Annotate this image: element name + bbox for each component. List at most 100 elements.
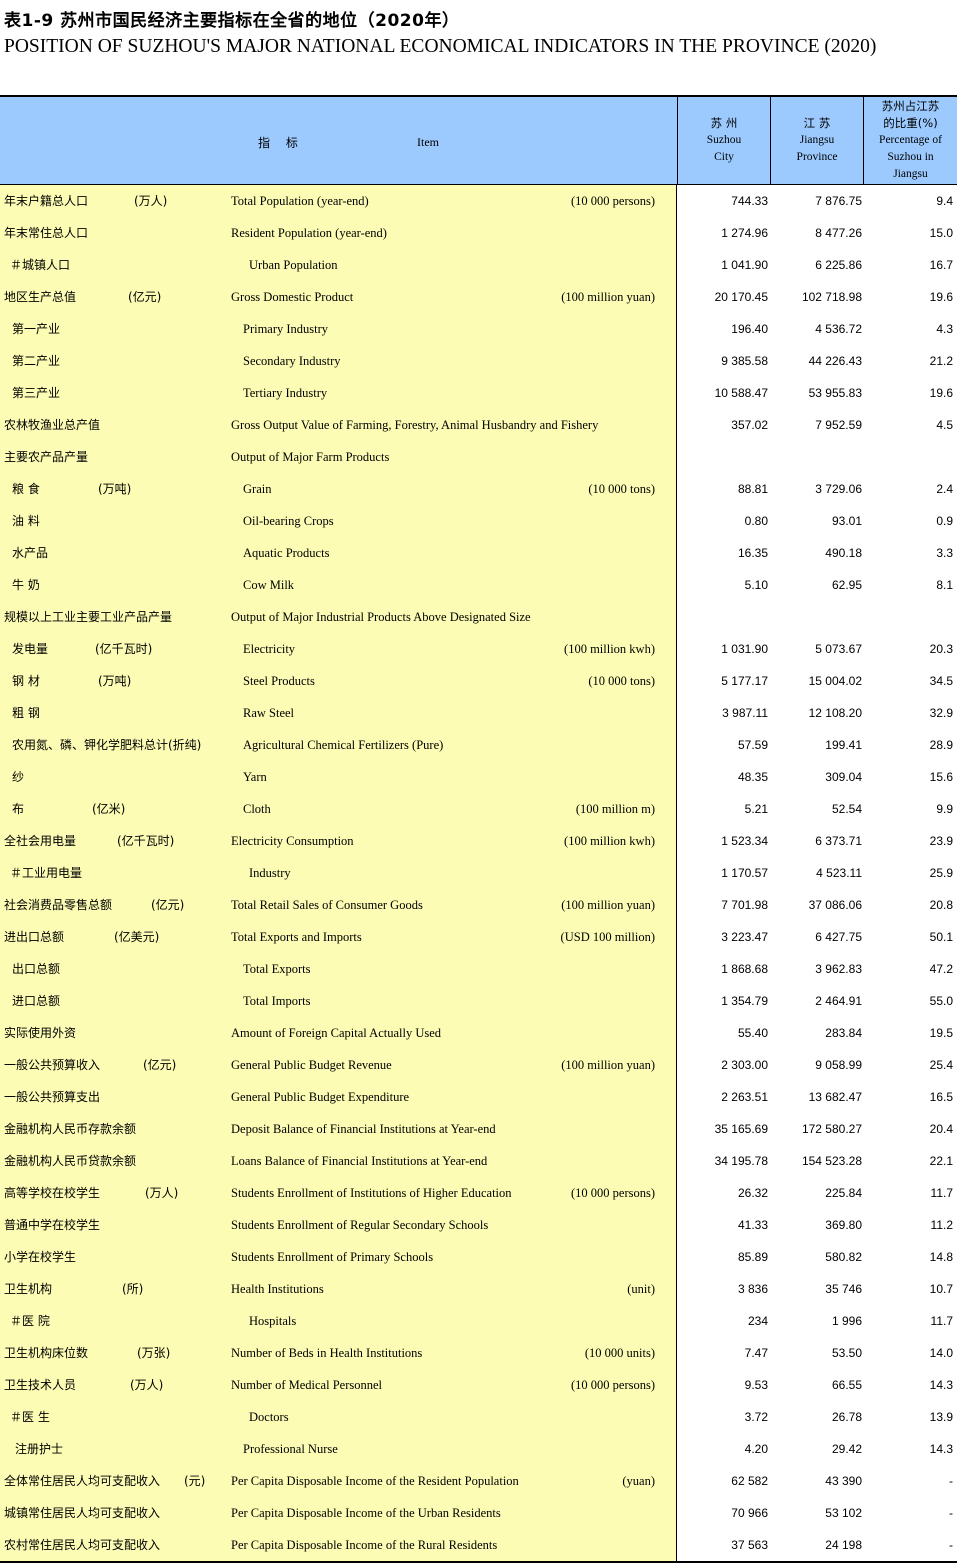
share-value: 32.9 [929,706,953,720]
table-row: 一般公共预算支出 General Public Budget Expenditur… [0,1081,957,1113]
indicator-cn: 农用氮、磷、钾化学肥料总计(折纯) [12,738,202,752]
jiangsu-value: 3 962.83 [815,962,862,976]
table-row: 年末常住总人口 Resident Population (year-end) 1 2… [0,217,957,249]
indicator-en: Loans Balance of Financial Institutions … [231,1154,488,1168]
indicator-unit-cn: (万人) [130,1378,164,1392]
jiangsu-value: 7 952.59 [815,418,862,432]
row-label-cell: 城镇常住居民人均可支配收入 Per Capita Disposable Incom… [0,1497,677,1529]
header-suzhou-cn: 苏 州 [710,116,738,130]
share-value: 23.9 [929,834,953,848]
jiangsu-value: 26.78 [831,1410,862,1424]
share-value: 4.5 [936,418,953,432]
indicator-en: Industry [249,866,291,880]
indicator-en: Deposit Balance of Financial Institution… [231,1122,496,1136]
share-value: 2.4 [936,482,953,496]
suzhou-value: 41.33 [737,1218,768,1232]
indicator-en: Output of Major Farm Products [231,450,390,464]
indicator-en: Cow Milk [243,578,295,592]
jiangsu-value: 53.50 [831,1346,862,1360]
suzhou-value: 1 031.90 [721,642,768,656]
row-label-cell: 全社会用电量 (亿千瓦时) Electricity Consumption (100 … [0,825,677,857]
suzhou-value: 3 223.47 [721,930,768,944]
share-value: 19.6 [929,290,953,304]
indicator-cn: 钢 材 [12,674,40,688]
row-label-cell: 农用氮、磷、钾化学肥料总计(折纯) Agricultural Chemical F… [0,729,677,761]
share-value: 14.3 [929,1442,953,1456]
table-row: 地区生产总值 (亿元) Gross Domestic Product (100 mil… [0,281,957,313]
row-label-cell: 卫生机构 (所) Health Institutions (unit) [0,1273,677,1305]
indicator-en: Grain [243,482,272,496]
row-label-cell: 主要农产品产量 Output of Major Farm Products [0,441,677,473]
table-title-cn: 表1-9 苏州市国民经济主要指标在全省的地位（2020年） [4,11,460,31]
table-row: 农用氮、磷、钾化学肥料总计(折纯) Agricultural Chemical F… [0,729,957,761]
indicator-unit-cn: (万人) [145,1186,179,1200]
jiangsu-value: 37 086.06 [808,898,862,912]
jiangsu-value: 580.82 [825,1250,862,1264]
suzhou-value: 88.81 [737,482,768,496]
indicator-en: Total Exports and Imports [231,930,362,944]
share-value: 28.9 [929,738,953,752]
table-row: ＃医 生 Doctors 3.72 26.78 13.9 [0,1401,957,1433]
suzhou-value: 85.89 [737,1250,768,1264]
indicator-cn: 卫生机构床位数 [4,1346,89,1360]
suzhou-value: 34 195.78 [714,1154,768,1168]
indicator-unit-en: (100 million yuan) [561,898,655,912]
indicator-en: Number of Medical Personnel [231,1378,383,1392]
share-value: 15.6 [929,770,953,784]
row-label-cell: ＃医 生 Doctors [0,1401,677,1433]
header-item-en: Item [417,135,439,149]
indicator-en: Yarn [243,770,267,784]
table-body: 年末户籍总人口 (万人) Total Population (year-end) (1… [0,185,957,1561]
row-label-cell: 进口总额 Total Imports [0,985,677,1017]
indicator-cn: 主要农产品产量 [4,450,89,464]
header-share-en1: Percentage of [879,134,942,146]
suzhou-value: 55.40 [737,1026,768,1040]
indicator-cn: 地区生产总值 [4,290,77,304]
table-row: 粗 钢 Raw Steel 3 987.11 12 108.20 32.9 [0,697,957,729]
row-label-cell: 金融机构人民币贷款余额 Loans Balance of Financial In… [0,1145,677,1177]
share-value: 15.0 [929,226,953,240]
suzhou-value: 3 987.11 [722,706,768,720]
indicator-en: Primary Industry [243,322,329,336]
table-row: 发电量 (亿千瓦时) Electricity (100 million kwh) 1 0… [0,633,957,665]
row-label-cell: 粗 钢 Raw Steel [0,697,677,729]
table-row: 第一产业 Primary Industry 196.40 4 536.72 4.3 [0,313,957,345]
indicator-en: Gross Output Value of Farming, Forestry,… [231,418,599,432]
row-label-cell: 高等学校在校学生 (万人) Students Enrollment of Insti… [0,1177,677,1209]
table-row: 城镇常住居民人均可支配收入 Per Capita Disposable Incom… [0,1497,957,1529]
suzhou-value: 57.59 [737,738,768,752]
row-label-cell: 进出口总额 (亿美元) Total Exports and Imports (USD … [0,921,677,953]
jiangsu-value: 1 996 [831,1314,862,1328]
header-share-en2: Suzhou in [887,151,934,163]
indicator-cn: 金融机构人民币贷款余额 [4,1154,137,1168]
header-indicator-cn: 指 标 [258,136,304,150]
suzhou-value: 2 263.51 [721,1090,768,1104]
row-label-cell: 油 料 Oil-bearing Crops [0,505,677,537]
table-row: 年末户籍总人口 (万人) Total Population (year-end) (1… [0,185,957,217]
table-row: 实际使用外资 Amount of Foreign Capital Actually… [0,1017,957,1049]
indicator-unit-en: (10 000 tons) [588,482,655,496]
indicator-en: Output of Major Industrial Products Abov… [231,610,531,624]
indicator-unit-cn: (亿美元) [114,930,160,944]
table-row: 金融机构人民币贷款余额 Loans Balance of Financial In… [0,1145,957,1177]
indicator-en: Secondary Industry [243,354,341,368]
indicator-en: Students Enrollment of Primary Schools [231,1250,434,1264]
suzhou-value: 7 701.98 [721,898,768,912]
row-label-cell: 年末常住总人口 Resident Population (year-end) [0,217,677,249]
indicator-cn: 发电量 [12,642,49,656]
table-row: 水产品 Aquatic Products 16.35 490.18 3.3 [0,537,957,569]
suzhou-value: 62 582 [731,1474,768,1488]
indicator-unit-en: (unit) [627,1282,655,1296]
share-value: 14.8 [929,1250,953,1264]
share-value: 20.4 [929,1122,953,1136]
suzhou-value: 3.72 [744,1410,768,1424]
share-value: 9.9 [936,802,953,816]
indicator-cn: 注册护士 [15,1442,64,1456]
indicator-en: Aquatic Products [243,546,330,560]
header-share-en3: Jiangsu [893,168,928,180]
jiangsu-value: 53 955.83 [808,386,862,400]
indicator-unit-en: (yuan) [622,1474,655,1488]
jiangsu-value: 225.84 [825,1186,862,1200]
row-label-cell: 普通中学在校学生 Students Enrollment of Regular S… [0,1209,677,1241]
table-row: 卫生机构床位数 (万张) Number of Beds in Health Inst… [0,1337,957,1369]
